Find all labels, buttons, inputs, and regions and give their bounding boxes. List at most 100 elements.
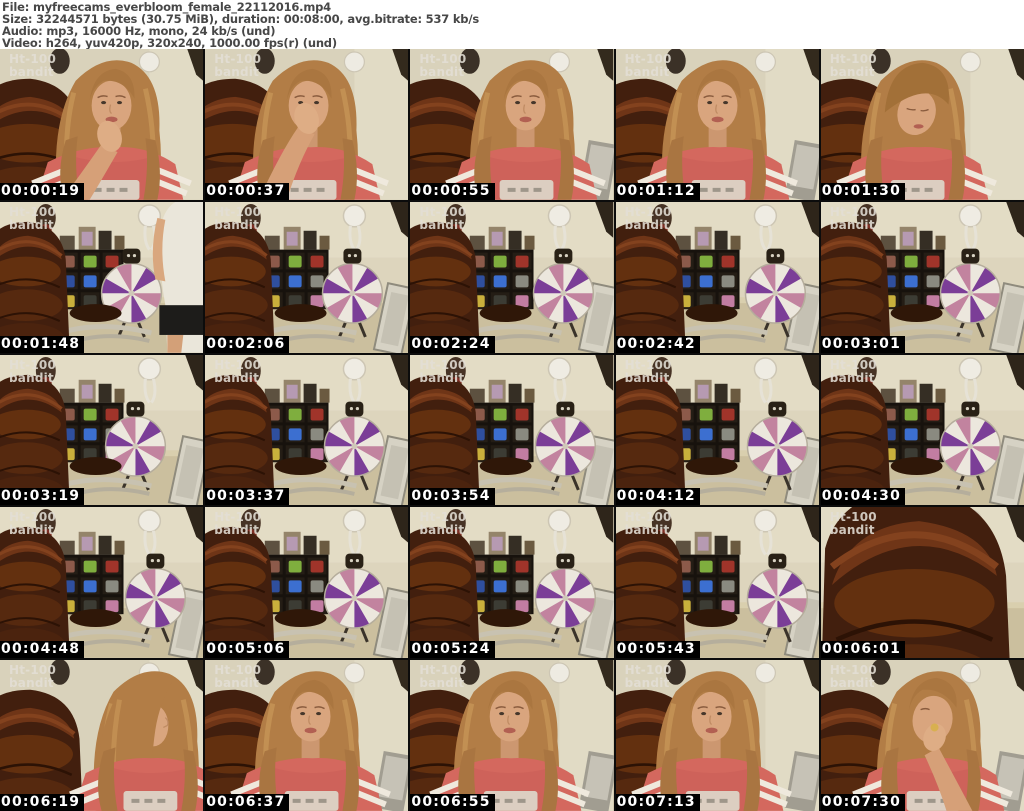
watermark-line2: bandit xyxy=(829,217,875,232)
watermark-line1: Ht-100 xyxy=(9,357,57,372)
watermark-overlay: Ht-100 bandit xyxy=(419,204,467,232)
video-thumbnail: Ht-100 bandit 00:07:13 xyxy=(615,660,819,811)
watermark-overlay: Ht-100 bandit xyxy=(214,204,262,232)
video-thumbnail: Ht-100 bandit 00:04:12 xyxy=(615,354,819,506)
video-thumbnail: Ht-100 bandit 00:04:48 xyxy=(0,507,204,659)
watermark-line2: bandit xyxy=(9,523,54,538)
video-thumbnail: Ht-100 bandit 00:06:19 xyxy=(0,660,204,811)
watermark-line2: bandit xyxy=(829,65,875,79)
timestamp-overlay: 00:00:37 xyxy=(205,182,290,200)
watermark-overlay: Ht-100 bandit xyxy=(625,511,672,537)
video-thumbnail: Ht-100 bandit 00:00:19 xyxy=(0,49,204,200)
timestamp-overlay: 00:04:12 xyxy=(615,488,700,506)
watermark-overlay: Ht-100 bandit xyxy=(9,205,56,232)
timestamp-overlay: 00:05:24 xyxy=(410,641,495,659)
watermark-line2: bandit xyxy=(214,65,260,79)
timestamp-overlay: 00:07:30 xyxy=(820,794,906,811)
watermark-line1: Ht-100 xyxy=(419,357,467,372)
watermark-overlay: Ht-100 bandit xyxy=(9,53,56,79)
video-thumbnail: Ht-100 bandit 00:03:54 xyxy=(410,354,614,506)
watermark-line2: bandit xyxy=(419,65,465,79)
watermark-line2: bandit xyxy=(9,65,54,79)
timestamp-overlay: 00:04:30 xyxy=(820,488,906,506)
video-thumbnail: Ht-100 bandit 00:02:24 xyxy=(410,201,614,353)
timestamp-overlay: 00:06:19 xyxy=(0,794,85,811)
video-thumbnail: Ht-100 bandit 00:01:30 xyxy=(820,49,1024,200)
timestamp-overlay: 00:03:37 xyxy=(205,488,290,506)
watermark-overlay: Ht-100 bandit xyxy=(214,511,261,537)
watermark-overlay: Ht-100 bandit xyxy=(624,204,672,232)
video-thumbnail: Ht-100 bandit 00:06:37 xyxy=(205,660,409,811)
watermark-overlay: Ht-100 bandit xyxy=(9,357,57,385)
timestamp-overlay: 00:02:42 xyxy=(615,335,700,353)
timestamp-overlay: 00:03:19 xyxy=(0,488,85,506)
thumbnail-grid: Ht-100 bandit 00:00:19 Ht-100 bandit 00:… xyxy=(0,49,1024,811)
timestamp-overlay: 00:01:12 xyxy=(615,182,700,200)
video-thumbnail: Ht-100 bandit 00:03:01 xyxy=(820,201,1024,353)
watermark-line2: bandit xyxy=(829,370,875,385)
timestamp-overlay: 00:02:24 xyxy=(410,335,495,353)
video-thumbnail: Ht-100 bandit 00:01:48 xyxy=(0,201,204,353)
video-thumbnail: Ht-100 bandit 00:06:01 xyxy=(820,507,1024,659)
watermark-line2: bandit xyxy=(624,217,670,232)
watermark-line2: bandit xyxy=(829,676,875,691)
watermark-overlay: Ht-100 bandit xyxy=(625,664,672,690)
video-thumbnail: Ht-100 bandit 00:05:06 xyxy=(205,507,409,659)
watermark-line2: bandit xyxy=(419,523,465,538)
timestamp-overlay: 00:00:55 xyxy=(410,182,495,200)
video-thumbnail: Ht-100 bandit 00:03:37 xyxy=(205,354,409,506)
video-thumbnail: Ht-100 bandit 00:04:30 xyxy=(820,354,1024,506)
watermark-line2: bandit xyxy=(9,217,54,232)
watermark-line2: bandit xyxy=(624,676,670,691)
watermark-line1: Ht-100 xyxy=(829,357,877,372)
watermark-line2: bandit xyxy=(419,676,465,691)
file-info-line-video: Video: h264, yuv420p, 320x240, 1000.00 f… xyxy=(2,36,337,50)
watermark-line2: bandit xyxy=(9,676,54,691)
timestamp-overlay: 00:06:55 xyxy=(410,794,495,811)
timestamp-overlay: 00:01:48 xyxy=(0,335,85,353)
watermark-line2: bandit xyxy=(624,65,670,79)
timestamp-overlay: 00:03:54 xyxy=(410,488,495,506)
video-thumbnail: Ht-100 bandit 00:03:19 xyxy=(0,354,204,506)
watermark-line2: bandit xyxy=(214,370,260,385)
video-thumbnail: Ht-100 bandit 00:01:12 xyxy=(615,49,819,200)
video-thumbnail: Ht-100 bandit 00:05:43 xyxy=(615,507,819,659)
file-info-header: File: myfreecams_everbloom_female_221120… xyxy=(0,0,1024,49)
timestamp-overlay: 00:06:01 xyxy=(820,641,906,659)
video-thumbnail: Ht-100 bandit 00:00:37 xyxy=(205,49,409,200)
video-thumbnail: Ht-100 bandit 00:02:42 xyxy=(615,201,819,353)
watermark-line2: bandit xyxy=(829,523,875,538)
video-thumbnail: Ht-100 bandit 00:07:30 xyxy=(820,660,1024,811)
timestamp-overlay: 00:04:48 xyxy=(0,641,85,659)
timestamp-overlay: 00:05:43 xyxy=(615,641,700,659)
watermark-line2: bandit xyxy=(624,523,670,538)
timestamp-overlay: 00:07:13 xyxy=(615,794,700,811)
watermark-line1: Ht-100 xyxy=(214,357,262,372)
watermark-line1: Ht-100 xyxy=(829,204,877,219)
watermark-line1: Ht-100 xyxy=(214,204,262,219)
timestamp-overlay: 00:00:19 xyxy=(0,182,85,200)
watermark-overlay: Ht-100 bandit xyxy=(214,53,261,79)
watermark-overlay: Ht-100 bandit xyxy=(829,204,877,232)
watermark-line2: bandit xyxy=(419,370,465,385)
watermark-overlay: Ht-100 bandit xyxy=(624,357,672,385)
watermark-line1: Ht-100 xyxy=(624,357,672,372)
watermark-overlay: Ht-100 bandit xyxy=(214,357,262,385)
watermark-line2: bandit xyxy=(214,676,260,691)
watermark-overlay: Ht-100 bandit xyxy=(829,357,877,385)
watermark-overlay: Ht-100 bandit xyxy=(419,511,466,537)
timestamp-overlay: 00:01:30 xyxy=(820,182,906,200)
video-thumbnail: Ht-100 bandit 00:05:24 xyxy=(410,507,614,659)
watermark-line2: bandit xyxy=(214,523,260,538)
watermark-line1: Ht-100 xyxy=(419,204,467,219)
video-thumbnail: Ht-100 bandit 00:00:55 xyxy=(410,49,614,200)
watermark-overlay: Ht-100 bandit xyxy=(419,53,466,79)
timestamp-overlay: 00:03:01 xyxy=(820,335,906,353)
watermark-overlay: Ht-100 bandit xyxy=(830,511,877,537)
watermark-overlay: Ht-100 bandit xyxy=(9,664,56,690)
watermark-overlay: Ht-100 bandit xyxy=(419,357,467,385)
timestamp-overlay: 00:06:37 xyxy=(205,794,290,811)
watermark-overlay: Ht-100 bandit xyxy=(830,664,877,690)
watermark-line2: bandit xyxy=(9,370,54,385)
watermark-line1: Ht-100 xyxy=(624,204,672,219)
